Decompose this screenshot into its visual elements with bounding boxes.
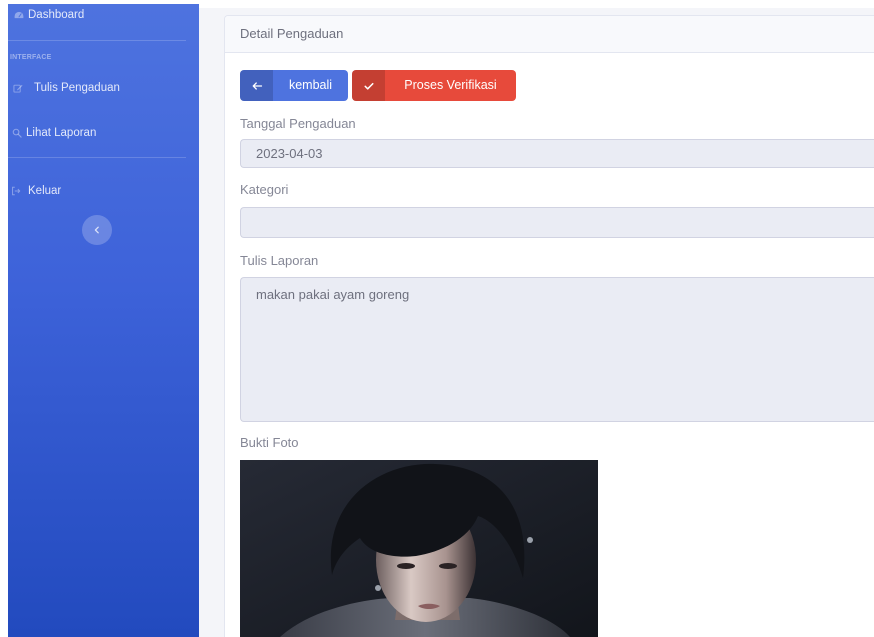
tachometer-icon (14, 10, 24, 20)
chevron-left-icon (94, 226, 99, 234)
photo-eye-right (439, 563, 457, 569)
check-icon (352, 70, 385, 101)
sidebar-divider (8, 157, 186, 158)
sidebar-item-label: Keluar (28, 185, 62, 197)
sidebar-item-label: Tulis Pengaduan (34, 82, 120, 94)
arrow-left-icon (240, 70, 273, 101)
back-button-label: kembali (288, 78, 333, 92)
report-label: Tulis Laporan (240, 253, 319, 268)
verify-button[interactable]: Proses Verifikasi (352, 70, 516, 101)
sidebar-heading: INTERFACE (10, 54, 52, 61)
sign-out-icon (11, 186, 21, 196)
evidence-photo (240, 460, 598, 637)
photo-eye-left (397, 563, 415, 569)
category-label: Kategori (240, 182, 289, 197)
detail-card: Detail Pengaduan kembali Proses Verifika… (224, 15, 874, 637)
photo-earring-left (375, 585, 381, 591)
back-button[interactable]: kembali (240, 70, 348, 101)
photo-label: Bukti Foto (240, 435, 299, 450)
edit-icon (13, 83, 23, 93)
search-icon (12, 128, 22, 138)
date-field (240, 139, 874, 168)
sidebar-toggle-button[interactable] (82, 215, 112, 245)
card-title: Detail Pengaduan (240, 26, 344, 41)
verify-button-label: Proses Verifikasi (404, 78, 497, 92)
category-field (240, 207, 874, 238)
sidebar-item-tulis-pengaduan[interactable]: Tulis Pengaduan (8, 80, 199, 96)
photo-earring-right (527, 537, 533, 543)
sidebar-item-dashboard[interactable]: Dashboard (8, 7, 199, 23)
sidebar-item-lihat-laporan[interactable]: Lihat Laporan (8, 125, 199, 141)
sidebar-divider (8, 40, 186, 41)
sidebar-item-label: Dashboard (28, 9, 85, 21)
sidebar-item-keluar[interactable]: Keluar (8, 183, 199, 199)
date-label: Tanggal Pengaduan (240, 116, 356, 131)
card-header: Detail Pengaduan (225, 16, 874, 53)
report-textarea: makan pakai ayam goreng (240, 277, 874, 422)
sidebar-item-label: Lihat Laporan (26, 127, 97, 139)
sidebar: Dashboard INTERFACE Tulis Pengaduan Liha… (8, 4, 199, 637)
